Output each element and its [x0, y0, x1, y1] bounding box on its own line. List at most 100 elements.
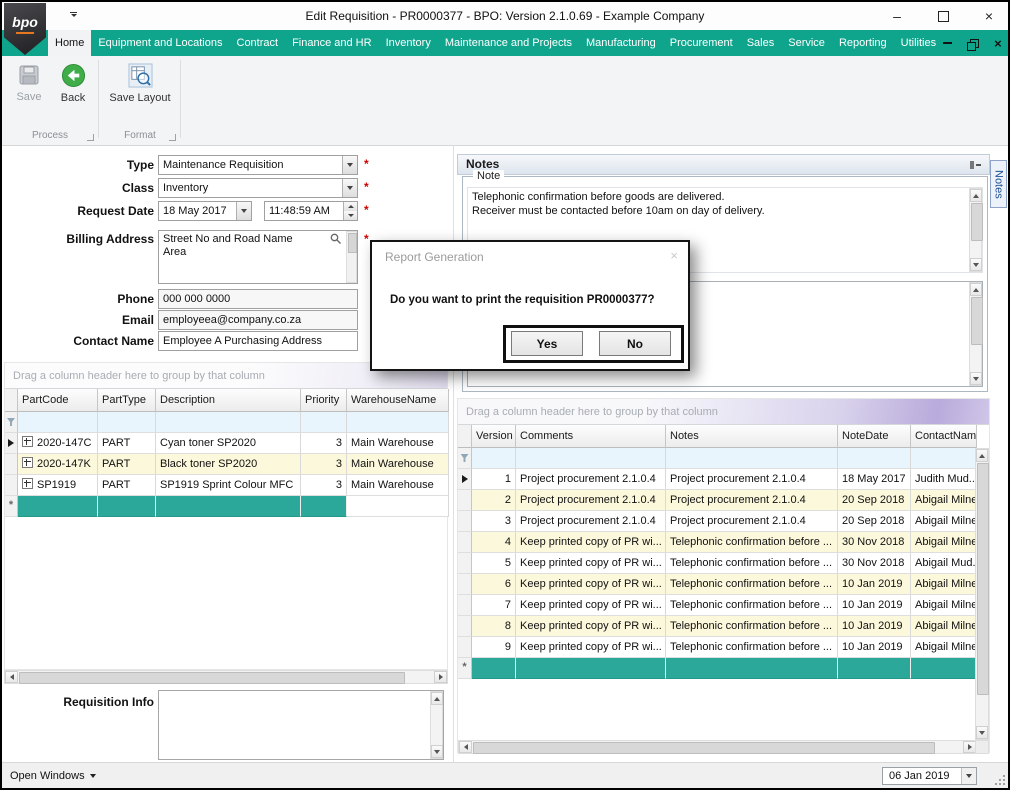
notes-side-tab[interactable]: Notes: [990, 160, 1007, 208]
type-dropdown-icon[interactable]: [342, 156, 357, 174]
cell-notes[interactable]: Telephonic confirmation before ...: [666, 616, 838, 637]
cell-notes[interactable]: Telephonic confirmation before ...: [666, 553, 838, 574]
row-indicator[interactable]: [458, 532, 472, 553]
cell-priority[interactable]: 3: [301, 433, 347, 454]
notes-groupby-bar[interactable]: Drag a column header here to group by th…: [458, 399, 989, 425]
search-icon[interactable]: [330, 233, 342, 245]
cell-comments[interactable]: Keep printed copy of PR wi...: [516, 595, 666, 616]
cell-contactname[interactable]: Abigail Milne: [911, 637, 977, 658]
scroll-down-icon[interactable]: [976, 726, 988, 739]
cell-contactname[interactable]: Abigail Milne: [911, 616, 977, 637]
cell-comments[interactable]: Keep printed copy of PR wi...: [516, 532, 666, 553]
filter-cell-description[interactable]: [156, 412, 301, 433]
filter-cell-warehousename[interactable]: [347, 412, 449, 433]
cell-version[interactable]: 7: [472, 595, 516, 616]
filter-indicator-cell[interactable]: [5, 412, 18, 433]
cell-notedate[interactable]: 18 May 2017: [838, 469, 911, 490]
cell-comments[interactable]: Keep printed copy of PR wi...: [516, 574, 666, 595]
table-row[interactable]: 9 Keep printed copy of PR wi... Telephonic…: [458, 637, 989, 658]
table-row[interactable]: SP1919 PART SP1919 Sprint Colour MFC 3 Main …: [5, 475, 449, 496]
cell-version[interactable]: 9: [472, 637, 516, 658]
table-row[interactable]: 6 Keep printed copy of PR wi... Telephonic…: [458, 574, 989, 595]
row-indicator[interactable]: [458, 490, 472, 511]
column-header-notedate[interactable]: NoteDate: [838, 425, 911, 448]
cell-notes[interactable]: Telephonic confirmation before ...: [666, 532, 838, 553]
table-row[interactable]: 5 Keep printed copy of PR wi... Telephonic…: [458, 553, 989, 574]
column-header-parttype[interactable]: PartType: [98, 389, 156, 412]
phone-field[interactable]: 000 000 0000: [158, 289, 358, 309]
row-indicator[interactable]: [5, 433, 18, 454]
cell-parttype[interactable]: PART: [98, 475, 156, 496]
request-time-field[interactable]: 11:48:59 AM: [264, 201, 358, 221]
ribbon-close-icon[interactable]: ×: [994, 36, 1002, 51]
table-row[interactable]: 4 Keep printed copy of PR wi... Telephonic…: [458, 532, 989, 553]
filter-cell-contactname[interactable]: [911, 448, 977, 469]
new-row-cell-comments[interactable]: [516, 658, 666, 679]
scroll-down-icon[interactable]: [431, 745, 443, 758]
filter-cell-partcode[interactable]: [18, 412, 98, 433]
column-header-partcode[interactable]: PartCode: [18, 389, 98, 412]
column-header-contactname[interactable]: ContactName: [911, 425, 977, 448]
new-row-cell-parttype[interactable]: [98, 496, 156, 517]
ribbon-tab-reporting[interactable]: Reporting: [832, 30, 894, 56]
table-row[interactable]: 8 Keep printed copy of PR wi... Telephonic…: [458, 616, 989, 637]
expand-icon[interactable]: [22, 457, 33, 468]
close-button[interactable]: ×: [982, 8, 996, 24]
panel-splitter[interactable]: [453, 146, 454, 762]
cell-version[interactable]: 2: [472, 490, 516, 511]
type-select[interactable]: Maintenance Requisition: [158, 155, 358, 175]
cell-notes[interactable]: Telephonic confirmation before ...: [666, 637, 838, 658]
billing-address-scrollbar[interactable]: [346, 231, 357, 283]
row-indicator[interactable]: [458, 637, 472, 658]
cell-parttype[interactable]: PART: [98, 454, 156, 475]
yes-button[interactable]: Yes: [511, 331, 583, 356]
requisition-info-field[interactable]: [158, 690, 444, 760]
cell-notedate[interactable]: 10 Jan 2019: [838, 595, 911, 616]
scroll-thumb[interactable]: [19, 672, 405, 684]
cell-notes[interactable]: Telephonic confirmation before ...: [666, 574, 838, 595]
new-row-cell-description[interactable]: [156, 496, 301, 517]
scroll-thumb[interactable]: [473, 742, 935, 754]
quick-access-caret-icon[interactable]: [70, 12, 77, 17]
cell-partcode[interactable]: 2020-147C: [18, 433, 98, 454]
filter-cell-parttype[interactable]: [98, 412, 156, 433]
cell-comments[interactable]: Project procurement 2.1.0.4: [516, 511, 666, 532]
row-indicator[interactable]: [458, 616, 472, 637]
ribbon-tab-home[interactable]: Home: [48, 30, 92, 56]
class-select[interactable]: Inventory: [158, 178, 358, 198]
billing-address-field[interactable]: Street No and Road Name Area: [158, 230, 358, 284]
parts-hscrollbar[interactable]: [4, 670, 448, 684]
scroll-down-icon[interactable]: [970, 372, 982, 385]
row-indicator[interactable]: [458, 553, 472, 574]
ribbon-tab-utilities[interactable]: Utilities: [894, 30, 943, 56]
cell-notedate[interactable]: 30 Nov 2018: [838, 532, 911, 553]
cell-notedate[interactable]: 10 Jan 2019: [838, 574, 911, 595]
cell-comments[interactable]: Keep printed copy of PR wi...: [516, 553, 666, 574]
save-button[interactable]: Save: [8, 60, 50, 122]
process-dialog-launcher-icon[interactable]: [87, 134, 94, 141]
cell-notes[interactable]: Project procurement 2.1.0.4: [666, 490, 838, 511]
cell-contactname[interactable]: Judith Mud...: [911, 469, 977, 490]
cell-warehousename[interactable]: Main Warehouse: [347, 475, 449, 496]
filter-row[interactable]: [5, 412, 449, 433]
pin-icon[interactable]: [970, 160, 981, 170]
scroll-left-icon[interactable]: [459, 741, 472, 753]
cell-version[interactable]: 8: [472, 616, 516, 637]
filter-indicator-cell[interactable]: [458, 448, 472, 469]
filter-cell-comments[interactable]: [516, 448, 666, 469]
scroll-right-icon[interactable]: [434, 671, 447, 683]
cell-comments[interactable]: Project procurement 2.1.0.4: [516, 469, 666, 490]
column-header-comments[interactable]: Comments: [516, 425, 666, 448]
cell-comments[interactable]: Keep printed copy of PR wi...: [516, 616, 666, 637]
ribbon-tab-manufacturing[interactable]: Manufacturing: [579, 30, 663, 56]
request-date-picker[interactable]: 18 May 2017: [158, 201, 252, 221]
cell-notes[interactable]: Project procurement 2.1.0.4: [666, 469, 838, 490]
ribbon-tab-finance-and-hr[interactable]: Finance and HR: [285, 30, 379, 56]
resize-grip[interactable]: [993, 773, 1005, 785]
cell-notedate[interactable]: 20 Sep 2018: [838, 490, 911, 511]
scroll-left-icon[interactable]: [5, 671, 18, 683]
class-dropdown-icon[interactable]: [342, 179, 357, 197]
spinner-down-icon[interactable]: [347, 214, 354, 217]
back-button[interactable]: Back: [52, 60, 94, 122]
status-date-dropdown-icon[interactable]: [961, 768, 976, 784]
